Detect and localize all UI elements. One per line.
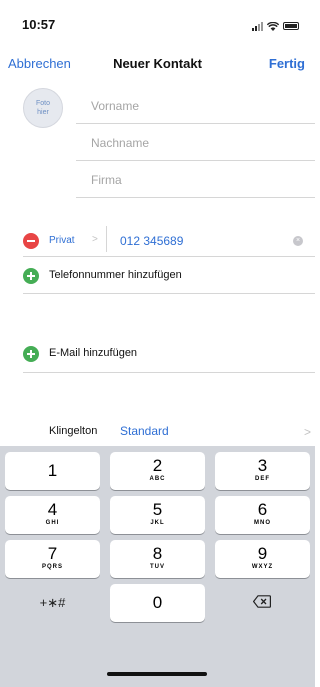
numeric-keypad: 1 2 ABC 3 DEF 4 GHI 5 JKL 6 MNO 7 PQRS 8… xyxy=(0,446,315,687)
minus-circle-icon[interactable] xyxy=(23,233,39,249)
done-button[interactable]: Fertig xyxy=(269,56,305,71)
key-7[interactable]: 7 PQRS xyxy=(5,540,100,578)
phone-number-field[interactable]: 012 345689 xyxy=(120,234,183,248)
key-8[interactable]: 8 TUV xyxy=(110,540,205,578)
company-field[interactable] xyxy=(76,162,276,198)
add-photo-button[interactable]: Foto hier xyxy=(23,88,63,128)
company-row xyxy=(76,162,315,198)
battery-icon xyxy=(283,22,299,30)
divider xyxy=(106,226,107,252)
key-6[interactable]: 6 MNO xyxy=(215,496,310,534)
chevron-right-icon: > xyxy=(92,234,98,245)
delete-key[interactable] xyxy=(215,584,310,622)
clear-icon[interactable]: × xyxy=(293,236,303,246)
status-time: 10:57 xyxy=(22,17,56,32)
signal-icon xyxy=(252,21,263,31)
chevron-right-icon: > xyxy=(303,425,311,439)
last-name-row xyxy=(76,125,315,161)
key-2[interactable]: 2 ABC xyxy=(110,452,205,490)
key-1[interactable]: 1 xyxy=(5,452,100,490)
backspace-icon xyxy=(253,595,271,608)
divider xyxy=(23,293,315,294)
ringtone-label: Klingelton xyxy=(49,425,98,437)
phone-label-button[interactable]: Privat xyxy=(49,235,75,246)
key-9[interactable]: 9 WXYZ xyxy=(215,540,310,578)
photo-label: Foto hier xyxy=(35,100,50,116)
add-email-label: E-Mail hinzufügen xyxy=(49,347,138,359)
phone-screen: 10:57 Neuer Kontakt Abbrechen Fertig Fot… xyxy=(0,0,315,687)
key-3[interactable]: 3 DEF xyxy=(215,452,310,490)
first-name-field[interactable] xyxy=(76,88,276,124)
plus-circle-icon xyxy=(23,346,39,362)
status-icons xyxy=(252,20,299,32)
cancel-button[interactable]: Abbrechen xyxy=(8,56,71,71)
divider xyxy=(23,256,315,257)
key-4[interactable]: 4 GHI xyxy=(5,496,100,534)
wifi-icon xyxy=(267,21,279,31)
nav-bar: Neuer Kontakt Abbrechen Fertig xyxy=(0,52,315,76)
add-phone-label: Telefonnummer hinzufügen xyxy=(49,269,182,281)
last-name-field[interactable] xyxy=(76,125,276,161)
ringtone-value: Standard xyxy=(120,424,169,438)
key-0[interactable]: 0 xyxy=(110,584,205,622)
add-phone-row[interactable]: Telefonnummer hinzufügen xyxy=(0,264,315,292)
ringtone-row[interactable]: Klingelton Standard > xyxy=(0,420,315,446)
plus-circle-icon xyxy=(23,268,39,284)
home-indicator xyxy=(107,672,207,676)
divider xyxy=(23,372,315,373)
key-5[interactable]: 5 JKL xyxy=(110,496,205,534)
first-name-row xyxy=(76,88,315,124)
add-email-row[interactable]: E-Mail hinzufügen xyxy=(0,342,315,370)
phone-entry-row: Privat > 012 345689 × xyxy=(0,226,315,254)
symbols-key[interactable]: +∗# xyxy=(5,584,100,622)
status-bar: 10:57 xyxy=(0,0,315,44)
